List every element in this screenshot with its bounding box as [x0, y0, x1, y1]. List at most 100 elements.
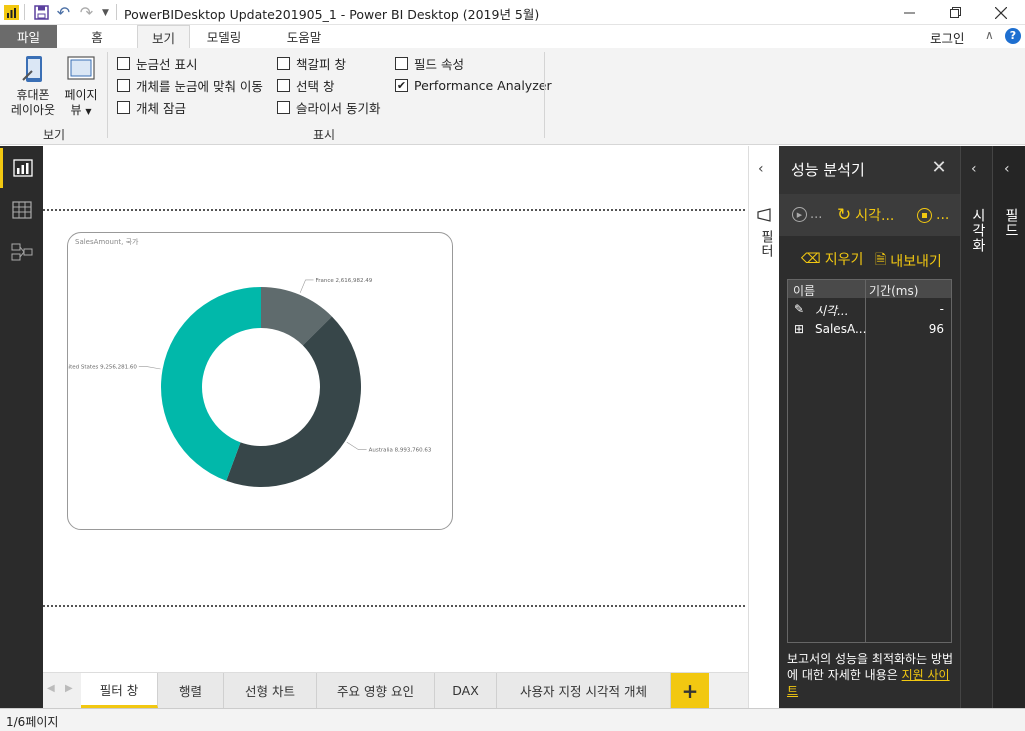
page-view-icon — [66, 54, 96, 84]
page-top-boundary — [43, 209, 745, 211]
page-tab-line-chart[interactable]: 선형 차트 — [224, 673, 317, 708]
row-name: 시각... — [815, 304, 849, 318]
pencil-icon: ✎ — [794, 302, 805, 316]
visualizations-pane-label: 시각화 — [970, 208, 986, 253]
table-row[interactable]: ✎ 시각... - — [788, 300, 951, 320]
field-properties-checkbox[interactable]: 필드 속성 — [395, 54, 464, 72]
perf-pane-title: 성능 분석기 — [791, 161, 865, 179]
donut-slice-australia[interactable] — [226, 316, 361, 488]
phone-layout-label-line1: 휴대폰 — [16, 88, 50, 102]
checkbox-box — [277, 100, 290, 114]
restore-button[interactable] — [932, 0, 978, 25]
expand-filters-icon[interactable]: ‹ — [758, 161, 764, 177]
page-tab-custom-visuals[interactable]: 사용자 지정 시각적 개체 — [497, 673, 671, 708]
fields-pane-label: 필드 — [1003, 208, 1019, 238]
report-canvas[interactable]: SalesAmount, 국가 France 2,616,982.49 Austr… — [43, 146, 748, 672]
page-tab-key-influencers[interactable]: 주요 영향 요인 — [317, 673, 435, 708]
perf-help-text: 보고서의 성능을 최적화하는 방법에 대한 자세한 내용은 지원 사이트 — [787, 651, 955, 699]
clear-button[interactable]: ⌫ 지우기 — [801, 249, 863, 269]
expand-row-icon[interactable]: ⊞ — [794, 322, 804, 336]
page-view-button[interactable]: 페이지 뷰 ▼ — [58, 54, 104, 119]
fields-pane-collapsed[interactable]: ‹ 필드 — [992, 146, 1025, 708]
checkmark-icon: ✔ — [395, 78, 408, 92]
report-view-icon[interactable] — [0, 148, 43, 188]
stop-button[interactable]: ... — [917, 207, 949, 223]
close-perf-pane-icon[interactable]: ✕ — [929, 158, 949, 178]
ribbon-tabs: 파일 홈 보기 모델링 도움말 로그인 ∧ ? — [0, 25, 1025, 48]
column-header-duration[interactable]: 기간(ms) — [869, 282, 918, 299]
tab-file[interactable]: 파일 — [0, 25, 57, 48]
visualizations-pane-collapsed[interactable]: ‹ 시각화 — [960, 146, 992, 708]
undo-icon[interactable]: ↶ — [54, 3, 73, 22]
show-group-label: 표시 — [313, 128, 336, 142]
scroll-tabs-right-icon[interactable]: ▶ — [65, 683, 73, 694]
expand-visualizations-icon[interactable]: ‹ — [971, 161, 977, 177]
powerbi-logo-icon — [2, 3, 21, 22]
separator — [116, 4, 117, 20]
checkbox-box — [117, 56, 130, 70]
page-indicator: 1/6페이지 — [6, 715, 59, 729]
data-view-icon[interactable] — [0, 190, 43, 230]
page-tab-dax[interactable]: DAX — [435, 673, 497, 708]
page-view-label-line2: 뷰 ▼ — [70, 103, 92, 117]
refresh-visuals-button[interactable]: ↻ 시각... — [837, 205, 894, 225]
export-icon: 🗎 — [875, 252, 887, 268]
filter-funnel-icon — [757, 208, 771, 225]
help-icon[interactable]: ? — [1005, 28, 1021, 44]
tab-view[interactable]: 보기 — [137, 25, 190, 48]
minimize-button[interactable] — [886, 0, 932, 25]
start-recording-label: ... — [810, 207, 823, 222]
sync-slicers-checkbox[interactable]: 슬라이서 동기화 — [277, 98, 380, 116]
row-duration: - — [939, 302, 944, 316]
redo-icon[interactable]: ↷ — [77, 3, 96, 22]
status-bar: 1/6페이지 — [0, 708, 1025, 731]
show-gridlines-checkbox[interactable]: 눈금선 표시 — [117, 54, 197, 72]
selection-pane-checkbox[interactable]: 선택 창 — [277, 76, 334, 94]
model-view-icon[interactable] — [0, 232, 43, 272]
snap-to-grid-checkbox[interactable]: 개체를 눈금에 맞춰 이동 — [117, 76, 263, 94]
page-tab-filters[interactable]: 필터 창 — [81, 673, 158, 708]
perf-results-table: 이름 기간(ms) ✎ 시각... - ⊞ SalesA... 96 — [787, 279, 952, 643]
donut-chart-visual[interactable]: SalesAmount, 국가 France 2,616,982.49 Austr… — [67, 232, 453, 530]
checkbox-label: Performance Analyzer — [414, 77, 552, 93]
leader-line — [138, 366, 161, 370]
checkbox-label: 선택 창 — [296, 78, 335, 94]
signin-link[interactable]: 로그인 — [930, 28, 965, 47]
export-label: 내보내기 — [890, 254, 942, 270]
start-recording-button[interactable]: ▶ ... — [792, 207, 822, 222]
page-bottom-boundary — [43, 605, 745, 607]
customize-quick-access-icon[interactable]: ▼ — [96, 3, 115, 22]
filters-pane-collapsed[interactable]: ‹ 필터 — [748, 146, 779, 708]
refresh-visuals-label: 시각... — [855, 208, 895, 224]
checkbox-label: 개체를 눈금에 맞춰 이동 — [136, 78, 263, 94]
page-view-label-line1: 페이지 — [64, 88, 98, 102]
column-header-name[interactable]: 이름 — [793, 282, 815, 299]
eraser-icon: ⌫ — [801, 251, 821, 267]
phone-layout-button[interactable]: 휴대폰 레이아웃 — [10, 54, 56, 118]
tab-help[interactable]: 도움말 — [272, 25, 336, 48]
bookmarks-pane-checkbox[interactable]: 책갈피 창 — [277, 54, 346, 72]
scroll-tabs-left-icon[interactable]: ◀ — [47, 683, 55, 694]
export-button[interactable]: 🗎 내보내기 — [875, 249, 942, 273]
close-button[interactable] — [978, 0, 1024, 25]
page-tab-matrix[interactable]: 행렬 — [158, 673, 224, 708]
title-bar: ↶ ↷ ▼ PowerBIDesktop Update201905_1 - Po… — [0, 0, 1025, 25]
table-row[interactable]: ⊞ SalesA... 96 — [788, 320, 951, 340]
expand-fields-icon[interactable]: ‹ — [1004, 161, 1010, 177]
collapse-ribbon-icon[interactable]: ∧ — [985, 28, 994, 42]
group-separator — [107, 52, 108, 138]
data-label: Australia 8,993,760.63 — [369, 448, 432, 454]
performance-analyzer-pane: 성능 분석기 ✕ ▶ ... ↻ 시각... ... ⌫ 지우기 🗎 내보내기 — [779, 146, 960, 708]
add-page-button[interactable]: + — [671, 673, 709, 708]
ribbon: 휴대폰 레이아웃 페이지 뷰 ▼ 보기 눈금선 표시 개체를 눈금에 맞춰 이동… — [0, 48, 1025, 145]
checkbox-label: 슬라이서 동기화 — [296, 100, 381, 116]
play-icon: ▶ — [792, 207, 807, 222]
performance-analyzer-checkbox[interactable]: ✔ Performance Analyzer — [395, 76, 552, 94]
leader-line — [346, 441, 367, 451]
row-duration: 96 — [928, 322, 944, 336]
tab-modeling[interactable]: 모델링 — [195, 25, 253, 48]
tab-home[interactable]: 홈 — [68, 25, 126, 48]
lock-objects-checkbox[interactable]: 개체 잠금 — [117, 98, 186, 116]
checkbox-label: 책갈피 창 — [296, 56, 346, 72]
save-icon[interactable] — [32, 3, 51, 22]
